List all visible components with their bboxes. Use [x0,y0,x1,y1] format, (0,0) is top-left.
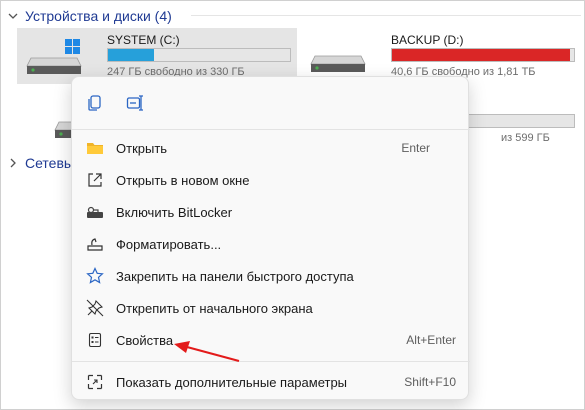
menu-separator [72,361,470,362]
bitlocker-key-icon [84,201,106,223]
menu-item-open[interactable]: Открыть Enter [78,133,464,163]
more-options-icon [84,371,106,393]
menu-separator [72,129,470,130]
copy-button[interactable] [78,91,112,119]
chevron-down-icon [7,10,19,22]
menu-item-label: Открепить от начального экрана [116,300,313,316]
drive-name: BACKUP (D:) [391,33,464,47]
menu-item-label: Открыть в новом окне [116,172,250,188]
menu-item-shortcut: Shift+F10 [404,375,456,389]
menu-item-format[interactable]: Форматировать... [78,229,464,259]
format-drive-icon [84,233,106,255]
drive-third[interactable] [17,94,84,150]
menu-item-label: Форматировать... [116,236,222,252]
rename-button[interactable] [118,91,152,119]
section-divider [191,15,581,16]
chevron-right-icon [7,157,19,169]
menu-item-pin-quick-access[interactable]: Закрепить на панели быстрого доступа [78,261,464,291]
drive-name: SYSTEM (C:) [107,33,180,47]
network-section-header[interactable]: Сетевы [7,152,74,174]
menu-item-shortcut: Enter [401,141,430,155]
hard-drive-icon [309,36,367,76]
menu-item-label: Включить BitLocker [116,204,233,220]
menu-item-bitlocker[interactable]: Включить BitLocker [78,197,464,227]
drive-free-space: из 599 ГБ [501,132,550,144]
devices-section-label: Устройства и диски (4) [25,8,172,24]
menu-item-label: Свойства [116,332,174,348]
menu-item-more-options[interactable]: Показать дополнительные параметры Shift+… [78,367,464,397]
explorer-window: Устройства и диски (4) SYSTEM (C:) 247 Г… [0,0,585,410]
properties-icon [84,329,106,351]
drive-usage-fill [392,49,571,61]
network-section-label: Сетевы [25,155,74,171]
menu-item-shortcut: Alt+Enter [406,333,456,347]
menu-item-unpin-start[interactable]: Открепить от начального экрана [78,293,464,323]
menu-item-label: Открыть [116,140,168,156]
star-icon [84,265,106,287]
menu-item-label: Закрепить на панели быстрого доступа [116,268,354,284]
devices-section-header[interactable]: Устройства и диски (4) [7,5,172,27]
menu-item-label: Показать дополнительные параметры [116,374,348,390]
rename-icon [126,94,144,117]
drive-usage-bar [107,48,291,62]
folder-icon [84,137,106,159]
unpin-icon [84,297,106,319]
context-menu: Открыть Enter Открыть в новом окне Включ… [71,76,470,400]
menu-item-open-new-window[interactable]: Открыть в новом окне [78,165,464,195]
copy-icon [86,94,104,117]
open-new-window-icon [84,169,106,191]
system-drive-icon [25,36,83,76]
drive-usage-fill [108,49,154,61]
drive-usage-bar [391,48,575,62]
menu-item-properties[interactable]: Свойства Alt+Enter [78,325,464,355]
